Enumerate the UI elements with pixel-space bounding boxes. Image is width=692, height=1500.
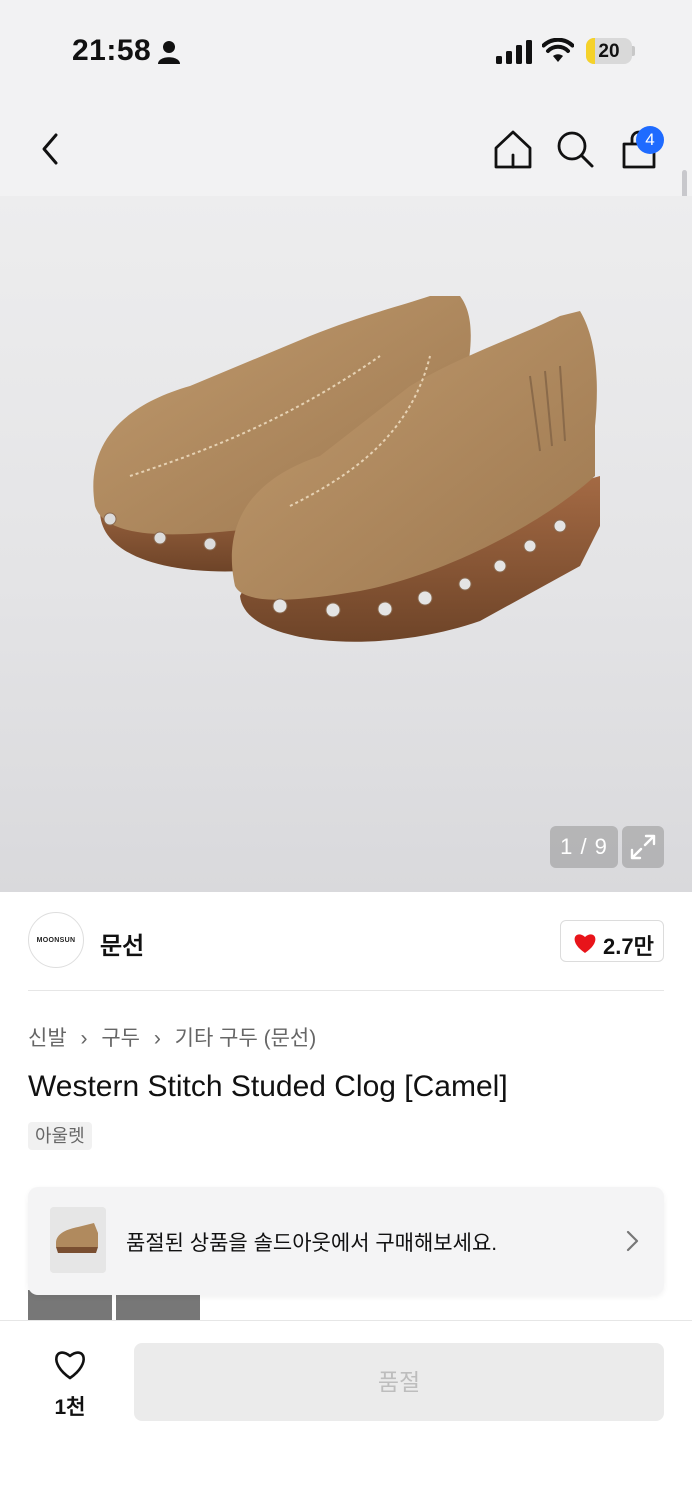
brand-name[interactable]: 문선 (100, 926, 144, 961)
product-image[interactable] (80, 276, 620, 676)
wishlist-button[interactable]: 1천 (40, 1343, 100, 1423)
wishlist-count: 1천 (54, 1396, 86, 1419)
chevron-right-icon: › (153, 1027, 161, 1050)
battery-icon: 20 (586, 38, 632, 64)
breadcrumb-item[interactable]: 구두 (101, 1027, 140, 1050)
search-icon[interactable] (550, 122, 600, 176)
wifi-icon (542, 38, 574, 62)
brand-like-count: 2.7만 (603, 934, 654, 959)
person-icon (158, 41, 180, 64)
battery-nub (632, 46, 635, 56)
soldout-banner[interactable]: 품절된 상품을 솔드아웃에서 구매해보세요. (28, 1187, 664, 1295)
chevron-right-icon (626, 1230, 639, 1252)
product-gallery[interactable]: 1 / 9 (0, 196, 692, 892)
banner-product-thumbnail (50, 1207, 106, 1273)
home-icon[interactable] (488, 122, 538, 176)
signal-icon (496, 40, 532, 64)
soldout-button[interactable]: 품절 (134, 1343, 664, 1421)
cart-count-badge: 4 (636, 126, 664, 154)
image-counter: 1 / 9 (550, 826, 618, 868)
brand-logo[interactable]: MOONSUN (28, 912, 84, 968)
banner-text: 품절된 상품을 솔드아웃에서 구매해보세요. (126, 1232, 498, 1255)
bottom-action-bar: 1천 품절 (0, 1320, 692, 1500)
status-bar: 21:58 20 (0, 0, 692, 100)
product-title: Western Stitch Studed Clog [Camel] (28, 1070, 508, 1103)
breadcrumb: 신발 › 구두 › 기타 구두 (문선) (28, 1022, 316, 1052)
divider (28, 990, 664, 991)
breadcrumb-item[interactable]: 신발 (28, 1027, 67, 1050)
battery-percent: 20 (598, 41, 620, 62)
breadcrumb-item[interactable]: 기타 구두 (문선) (175, 1027, 317, 1050)
back-button[interactable] (26, 122, 76, 176)
brand-row[interactable]: MOONSUN 문선 2.7만 (28, 912, 664, 970)
nav-bar (0, 100, 692, 196)
chevron-right-icon: › (80, 1027, 88, 1050)
heart-outline-icon (55, 1351, 85, 1380)
expand-icon[interactable] (622, 826, 664, 868)
status-time: 21:58 (72, 34, 152, 67)
outlet-tag: 아울렛 (28, 1122, 92, 1150)
heart-filled-icon (574, 934, 596, 953)
brand-like-button[interactable]: 2.7만 (560, 920, 664, 962)
